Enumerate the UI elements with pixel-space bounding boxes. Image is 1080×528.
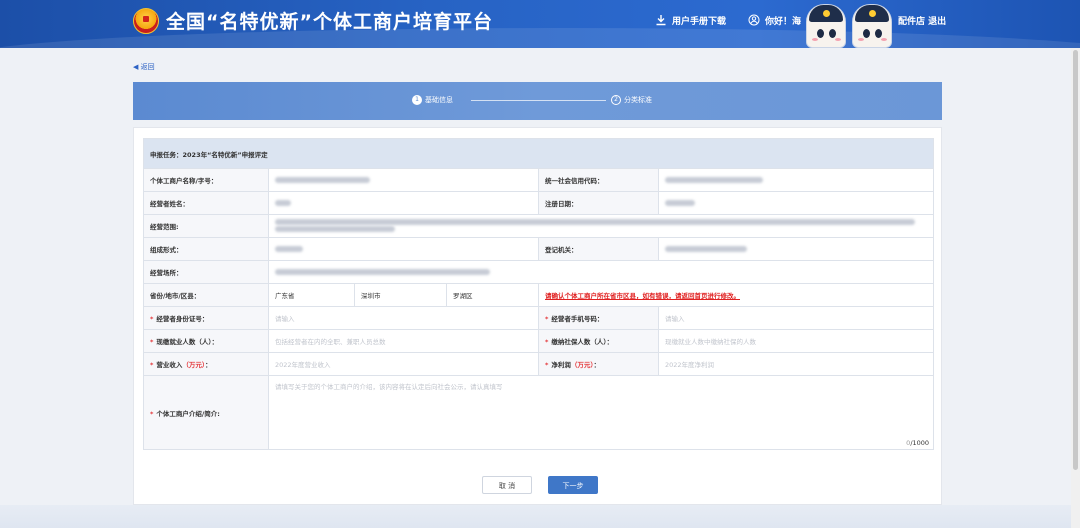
- business-place-value: [267, 260, 935, 284]
- mascot-illustration: [806, 0, 896, 48]
- step-classification: 2 分类标准: [611, 94, 652, 107]
- label-profit: * 净利润（万元）：: [538, 352, 659, 376]
- step-label: 分类标准: [624, 96, 652, 104]
- site-title: 全国“名特优新”个体工商户培育平台: [166, 11, 493, 33]
- intro-textarea[interactable]: 请填写关于您的个体工商户的介绍，该内容将在认定后向社会公示，请认真填写 0/10…: [267, 375, 935, 450]
- operator-name-value: [268, 191, 539, 215]
- store-logout-link[interactable]: 配件店 退出: [898, 14, 946, 30]
- form-card: 申报任务：2023年“名特优新”申报评定 个体工商户名称/字号： 统一社会信用代…: [133, 127, 942, 505]
- user-greeting: 你好！海: [765, 17, 802, 27]
- label-region: 省份/地市/区县：: [143, 283, 269, 307]
- user-icon: [748, 14, 762, 30]
- user-manual-download-link[interactable]: 用户手册下载: [672, 14, 726, 30]
- label-business-scope: 经营范围:: [143, 214, 269, 238]
- label-id-number: * 经营者身份证号：: [143, 306, 269, 330]
- region-warning: 请确认个体工商户所在省市区县，如有错误，请返回首页进行修改。: [537, 283, 935, 307]
- application-form: 申报任务：2023年“名特优新”申报评定 个体工商户名称/字号： 统一社会信用代…: [142, 138, 935, 450]
- label-credit-code: 统一社会信用代码：: [538, 168, 659, 192]
- label-reg-date: 注册日期：: [538, 191, 659, 215]
- employees-input[interactable]: 包括经营者在内的全职、兼职人员总数: [268, 329, 539, 353]
- cancel-button[interactable]: 取 消: [482, 476, 532, 494]
- label-revenue: * 营业收入（万元）：: [143, 352, 269, 376]
- page-footer-background: [0, 505, 1080, 528]
- label-insured: * 缴纳社保人数（人）：: [538, 329, 659, 353]
- business-name-value: [268, 168, 539, 192]
- step-number: 2: [611, 95, 621, 105]
- intro-placeholder: 请填写关于您的个体工商户的介绍，该内容将在认定后向社会公示，请认真填写: [275, 383, 503, 391]
- revenue-input[interactable]: 2022年度营业收入: [268, 352, 539, 376]
- profit-input[interactable]: 2022年度净利润: [657, 352, 935, 376]
- step-connector: [471, 100, 606, 101]
- insured-input[interactable]: 现缴就业人数中缴纳社保的人数: [657, 329, 935, 353]
- section-title: 申报任务：2023年“名特优新”申报评定: [142, 138, 935, 169]
- label-employees: * 现缴就业人数（人）：: [143, 329, 269, 353]
- label-operator-name: 经营者姓名：: [143, 191, 269, 215]
- progress-steps: 1 基础信息 2 分类标准: [133, 82, 942, 120]
- header-decoration: [0, 28, 1080, 48]
- reg-authority-value: [657, 237, 935, 261]
- label-business-name: 个体工商户名称/字号：: [143, 168, 269, 192]
- download-icon[interactable]: [655, 14, 669, 30]
- step-basic-info: 1 基础信息: [412, 94, 453, 107]
- label-organization-form: 组成形式：: [143, 237, 269, 261]
- scrollbar-thumb[interactable]: [1073, 50, 1078, 470]
- label-intro: * 个体工商户介绍/简介:: [143, 375, 269, 450]
- next-step-button[interactable]: 下一步: [548, 476, 598, 494]
- page-scrollbar[interactable]: [1071, 48, 1080, 528]
- organization-form-value: [268, 237, 539, 261]
- step-label: 基础信息: [425, 96, 453, 104]
- business-scope-value: [267, 214, 935, 238]
- site-header: 全国“名特优新”个体工商户培育平台 用户手册下载 你好！海 配件店 退出: [0, 0, 1080, 48]
- back-link[interactable]: ◀ 返回: [133, 62, 155, 72]
- district-value: 罗湖区: [446, 283, 539, 307]
- province-value: 广东省: [268, 283, 355, 307]
- label-business-place: 经营场所：: [143, 260, 269, 284]
- label-reg-authority: 登记机关：: [538, 237, 659, 261]
- id-number-input[interactable]: 请输入: [268, 306, 539, 330]
- step-number: 1: [412, 95, 422, 105]
- char-counter: 0/1000: [906, 439, 930, 447]
- back-label: 返回: [140, 63, 155, 71]
- emblem-icon: [133, 8, 159, 34]
- arrow-left-icon: ◀: [133, 63, 139, 71]
- credit-code-value: [657, 168, 935, 192]
- label-phone: * 经营者手机号码：: [538, 306, 659, 330]
- city-value: 深圳市: [354, 283, 447, 307]
- phone-input[interactable]: 请输入: [657, 306, 935, 330]
- reg-date-value: [657, 191, 935, 215]
